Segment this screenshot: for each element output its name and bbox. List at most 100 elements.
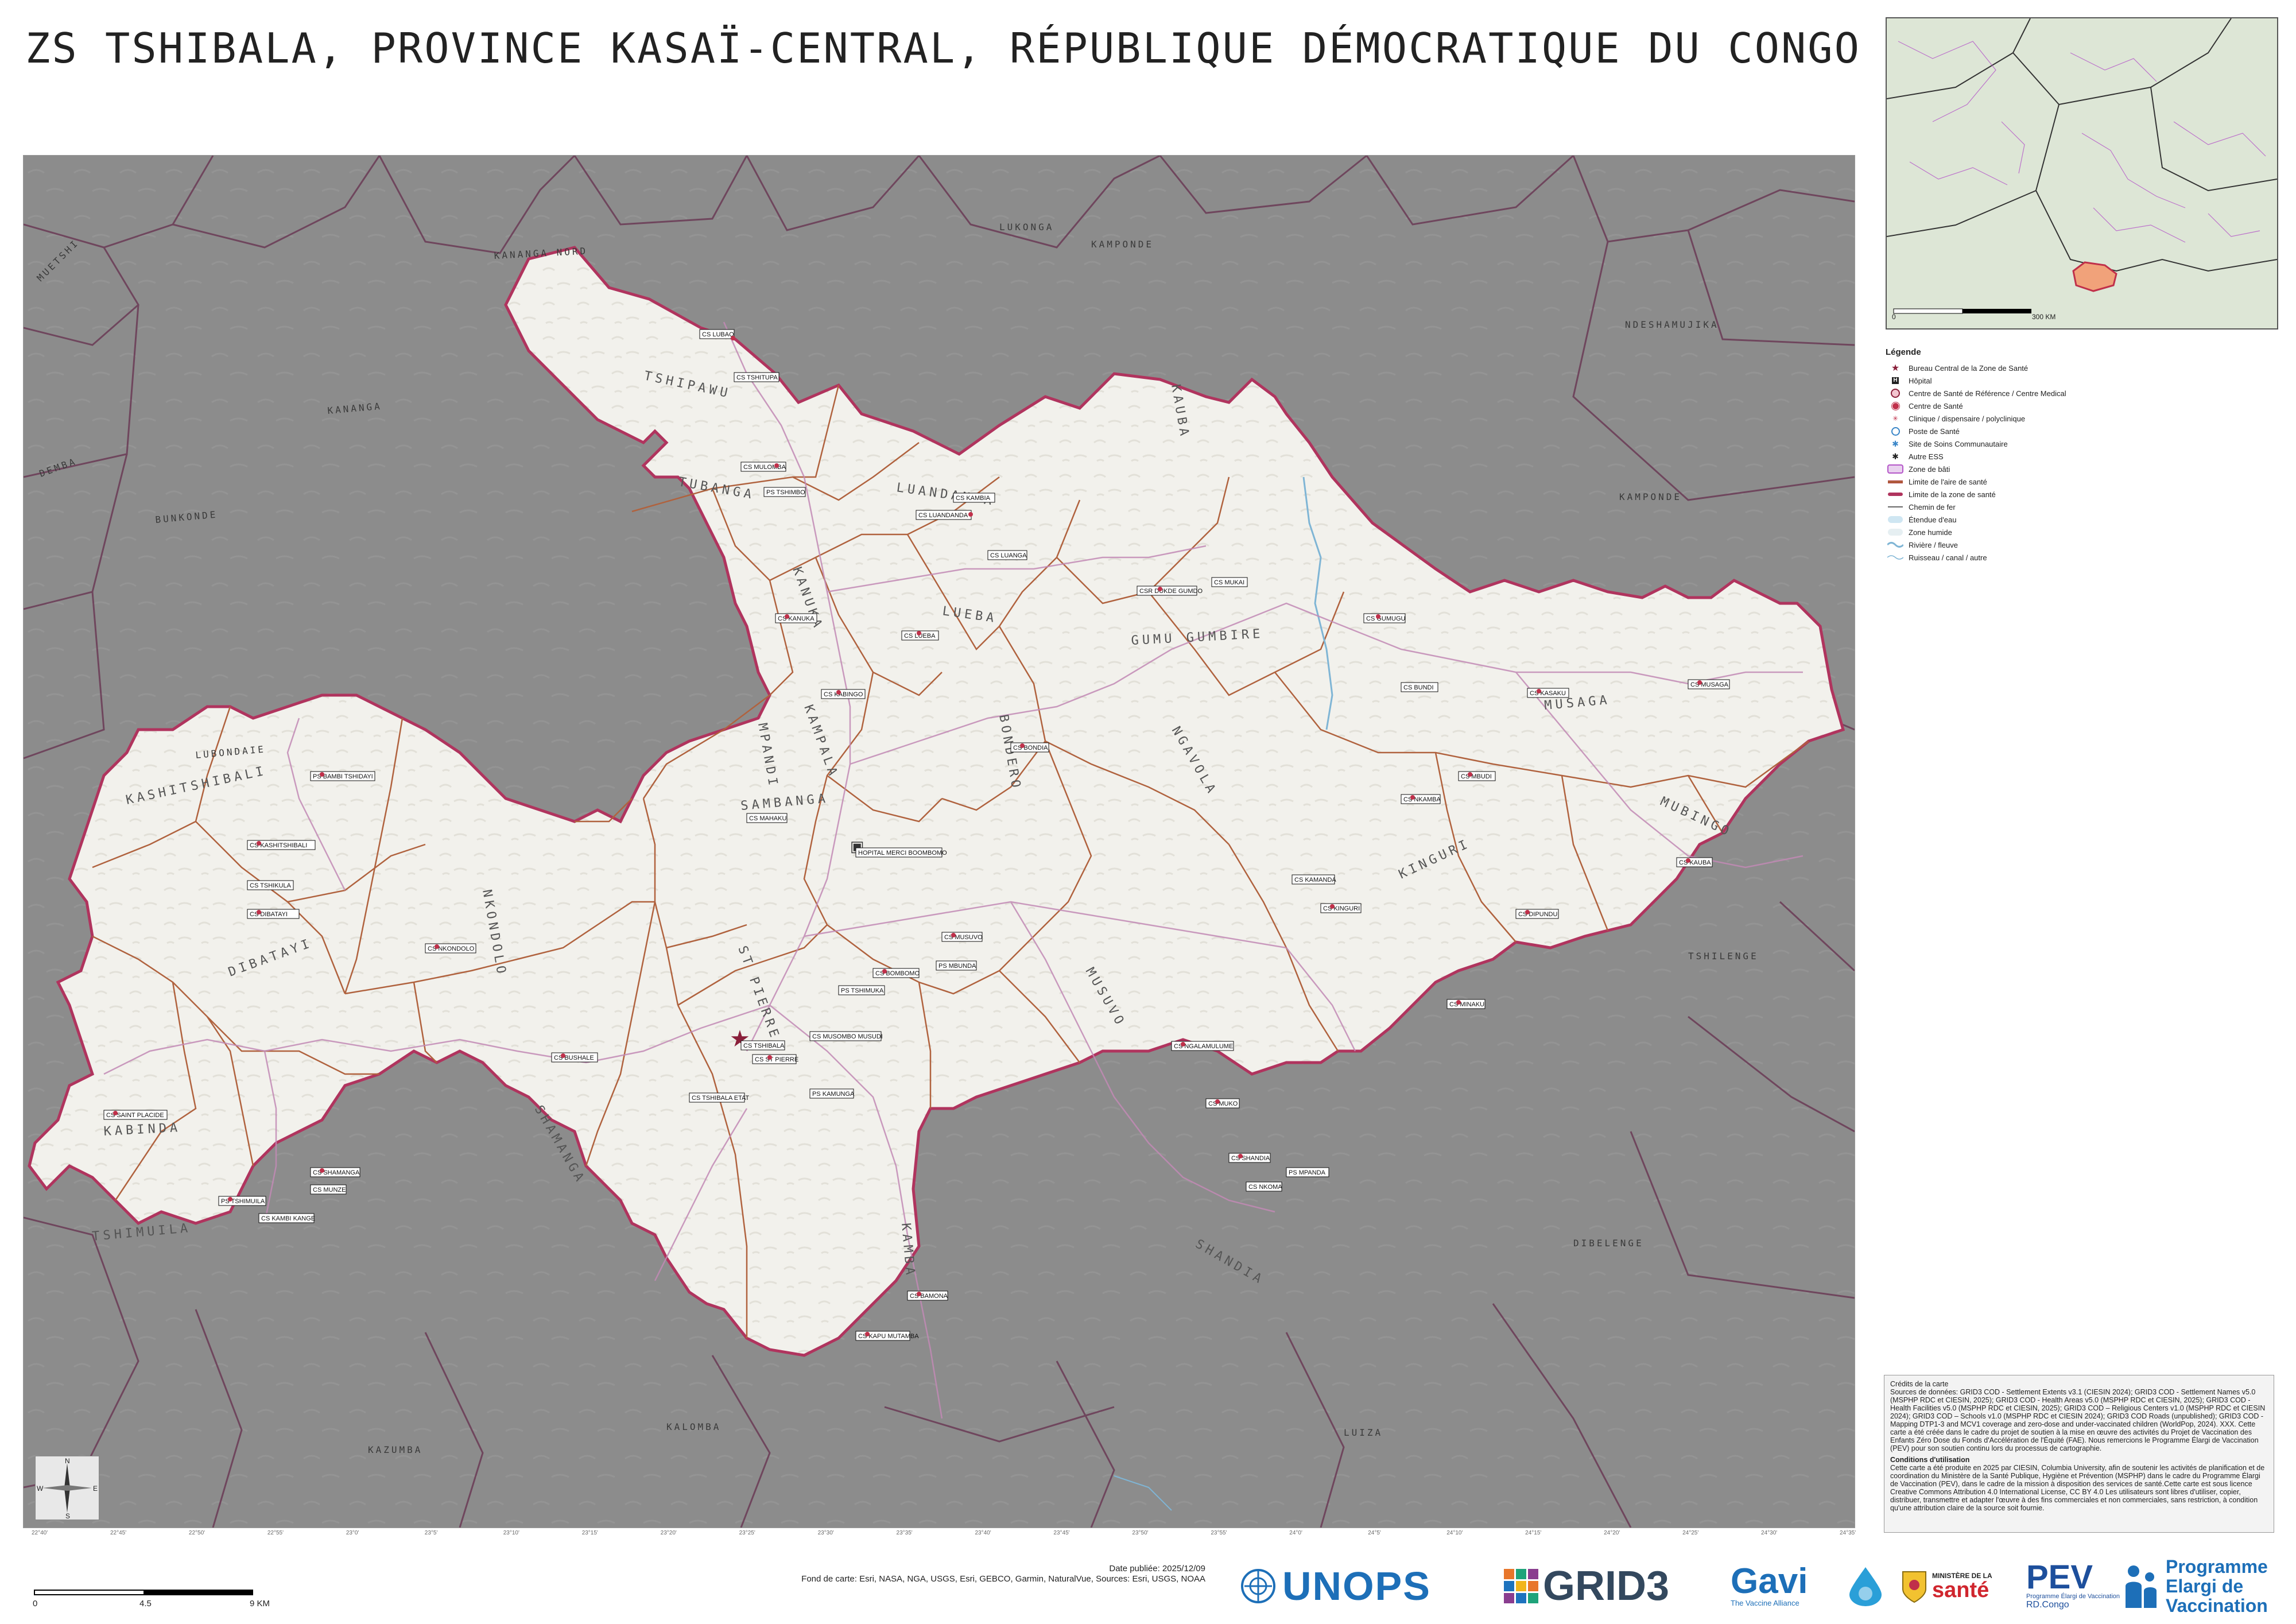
coordinate-tick: 24°30' <box>1761 1530 1778 1536</box>
legend-label: Hôpital <box>1909 376 1932 385</box>
svg-text:CS TSHIBALA ETAT: CS TSHIBALA ETAT <box>692 1095 750 1102</box>
svg-text:CS KAUBA: CS KAUBA <box>1679 859 1711 866</box>
facility-marker: CS TSHITUPA <box>734 372 779 382</box>
unops-logo: UNOPS <box>1240 1553 1431 1619</box>
svg-text:CS MUNZE: CS MUNZE <box>313 1187 346 1193</box>
ministere-text: santé <box>1932 1578 1989 1602</box>
facility-marker: CS LUANDANDA <box>916 510 972 520</box>
legend-label: Bureau Central de la Zone de Santé <box>1909 363 2029 373</box>
un-emblem-icon <box>1241 1568 1275 1603</box>
scale-bar: 0 4.5 9 KM <box>32 1587 270 1610</box>
basemap-credit: Fond de carte: Esri, NASA, NGA, USGS, Es… <box>801 1574 1205 1584</box>
facility-marker: HOPITAL MERCI BOOMBOMO <box>855 847 947 858</box>
svg-text:CS BUNDI: CS BUNDI <box>1403 684 1434 691</box>
scale-mid: 4.5 <box>139 1599 152 1609</box>
pev-rdc-text: RD.Congo <box>2026 1599 2069 1610</box>
coordinate-tick: 24°25' <box>1682 1530 1699 1536</box>
facility-marker: CS ST PIERRE <box>752 1054 798 1064</box>
facility-marker: PS TSHIMUILA <box>218 1196 266 1206</box>
map-legend: Légende ★ Bureau Central de la Zone de Sa… <box>1886 347 2270 564</box>
facility-marker: CS MBUDI <box>1458 771 1496 781</box>
programme-line3: Vaccination <box>2166 1595 2268 1616</box>
legend-label: Limite de l'aire de santé <box>1909 477 1987 486</box>
credits-sources: Sources de données: GRID3 COD - Settleme… <box>1890 1388 2266 1452</box>
svg-text:CS ST PIERRE: CS ST PIERRE <box>755 1056 798 1063</box>
svg-text:LUKONGA: LUKONGA <box>999 222 1054 232</box>
main-map[interactable]: ★ ▣ TSHIPAWU TUBANGA LUANDANDA KANUKA LU… <box>23 155 1855 1528</box>
ps-icon <box>1886 426 1905 436</box>
legend-item-built: Zone de bâti <box>1886 463 2270 475</box>
svg-text:CS MUKO: CS MUKO <box>1208 1100 1238 1107</box>
drc-coat-of-arms-icon <box>1902 1571 1926 1603</box>
facility-marker: CS BONDIA <box>1010 742 1049 753</box>
pev-subtext: Programme Élargi de Vaccination <box>2026 1592 2120 1600</box>
coordinate-tick: 22°40' <box>32 1530 48 1536</box>
csr-icon <box>1886 388 1905 398</box>
coordinate-tick: 22°50' <box>188 1530 205 1536</box>
facility-marker: PS MBUNDA <box>936 960 977 971</box>
svg-text:CS DIPUNDU: CS DIPUNDU <box>1518 911 1558 918</box>
map-canvas: ★ ▣ TSHIPAWU TUBANGA LUANDANDA KANUKA LU… <box>24 156 1855 1528</box>
facility-marker: CS MUKO <box>1205 1098 1240 1108</box>
svg-text:CS BONDIA: CS BONDIA <box>1013 745 1048 751</box>
svg-text:LUIZA: LUIZA <box>1344 1427 1383 1438</box>
legend-item-area-limit: Limite de l'aire de santé <box>1886 475 2270 488</box>
svg-text:CS BOMBOMO: CS BOMBOMO <box>875 970 920 977</box>
scale-end: 9 KM <box>250 1599 270 1609</box>
facility-marker: CS NKONDOLO <box>425 943 476 954</box>
facility-marker: CS SHAMANGA <box>310 1167 360 1177</box>
credits-box: Crédits de la carte Sources de données: … <box>1884 1375 2274 1533</box>
stream-icon <box>1886 552 1905 563</box>
compass-n: N <box>65 1457 70 1465</box>
facility-marker: CS BUNDI <box>1401 682 1438 692</box>
legend-label: Zone de bâti <box>1909 464 1950 474</box>
facility-marker: CS KINGURI <box>1320 903 1362 913</box>
svg-text:CS NKOMA: CS NKOMA <box>1248 1184 1282 1191</box>
facility-marker: CS KAUBA <box>1676 857 1713 867</box>
cs-icon <box>1886 401 1905 411</box>
ministere-sante-logo: MINISTÈRE DE LA santé <box>1900 1553 1992 1619</box>
conditions-text: Cette carte a été produite en 2025 par C… <box>1890 1464 2265 1512</box>
svg-text:KAZUMBA: KAZUMBA <box>368 1444 422 1455</box>
partner-logos: UNOPS GRID3 Gavi The Vaccine Alliance MI… <box>1240 1553 2285 1619</box>
facility-marker: CS NKAMBA <box>1401 794 1441 804</box>
legend-item-ssc: ✱ Site de Soins Communautaire <box>1886 437 2270 450</box>
svg-text:CS MUSAGA: CS MUSAGA <box>1690 681 1729 688</box>
grid3-logo: GRID3 <box>1504 1553 1669 1619</box>
grid3-text: GRID3 <box>1543 1563 1670 1609</box>
legend-label: Limite de la zone de santé <box>1909 490 1996 499</box>
legend-label: Poste de Santé <box>1909 427 1960 436</box>
legend-label: Rivière / fleuve <box>1909 540 1958 549</box>
facility-marker: CS MUKAI <box>1211 577 1248 587</box>
facility-marker: CS KAMANDA <box>1292 874 1336 885</box>
facility-marker: CS DIPUNDU <box>1515 909 1559 919</box>
gavi-logo: Gavi The Vaccine Alliance <box>1731 1553 1808 1619</box>
coordinate-tick: 24°35' <box>1840 1530 1856 1536</box>
facility-marker: CS KAPU MUTAMBA <box>855 1331 919 1341</box>
facility-marker: CS KAMBI KANGE <box>258 1213 315 1223</box>
facility-marker: CS KABINGO <box>821 689 866 699</box>
svg-text:CS MULOMBA: CS MULOMBA <box>743 464 786 471</box>
facility-marker: CS MAHAKU <box>746 813 788 823</box>
locator-inset-map[interactable] <box>1886 17 2278 330</box>
family-icon <box>2126 1565 2157 1608</box>
pev-text: PEV <box>2026 1558 2093 1596</box>
svg-text:CS LUANGA: CS LUANGA <box>990 552 1027 559</box>
legend-label: Clinique / dispensaire / polyclinique <box>1909 414 2026 423</box>
coordinate-tick: 23°20' <box>660 1530 677 1536</box>
coordinate-tick: 23°40' <box>975 1530 991 1536</box>
unops-text: UNOPS <box>1282 1563 1431 1609</box>
legend-item-other: ✱ Autre ESS <box>1886 450 2270 463</box>
svg-text:NDESHAMUJIKA: NDESHAMUJIKA <box>1625 319 1719 330</box>
facility-marker: CS NKOMA <box>1246 1181 1282 1192</box>
facility-marker: CS SHANDIA <box>1228 1153 1271 1163</box>
bcz-icon: ★ <box>1891 363 1900 373</box>
svg-text:CS MUKAI: CS MUKAI <box>1214 579 1244 586</box>
coordinate-tick: 23°0' <box>346 1530 359 1536</box>
svg-text:CS KAMBI KANGE: CS KAMBI KANGE <box>261 1215 315 1222</box>
coordinate-tick: 23°45' <box>1053 1530 1070 1536</box>
coordinate-tick: 24°0' <box>1289 1530 1302 1536</box>
svg-text:CS KASAKU: CS KASAKU <box>1530 690 1566 697</box>
conditions-title: Conditions d'utilisation <box>1890 1456 1970 1464</box>
svg-text:CS KABINGO: CS KABINGO <box>824 691 863 698</box>
